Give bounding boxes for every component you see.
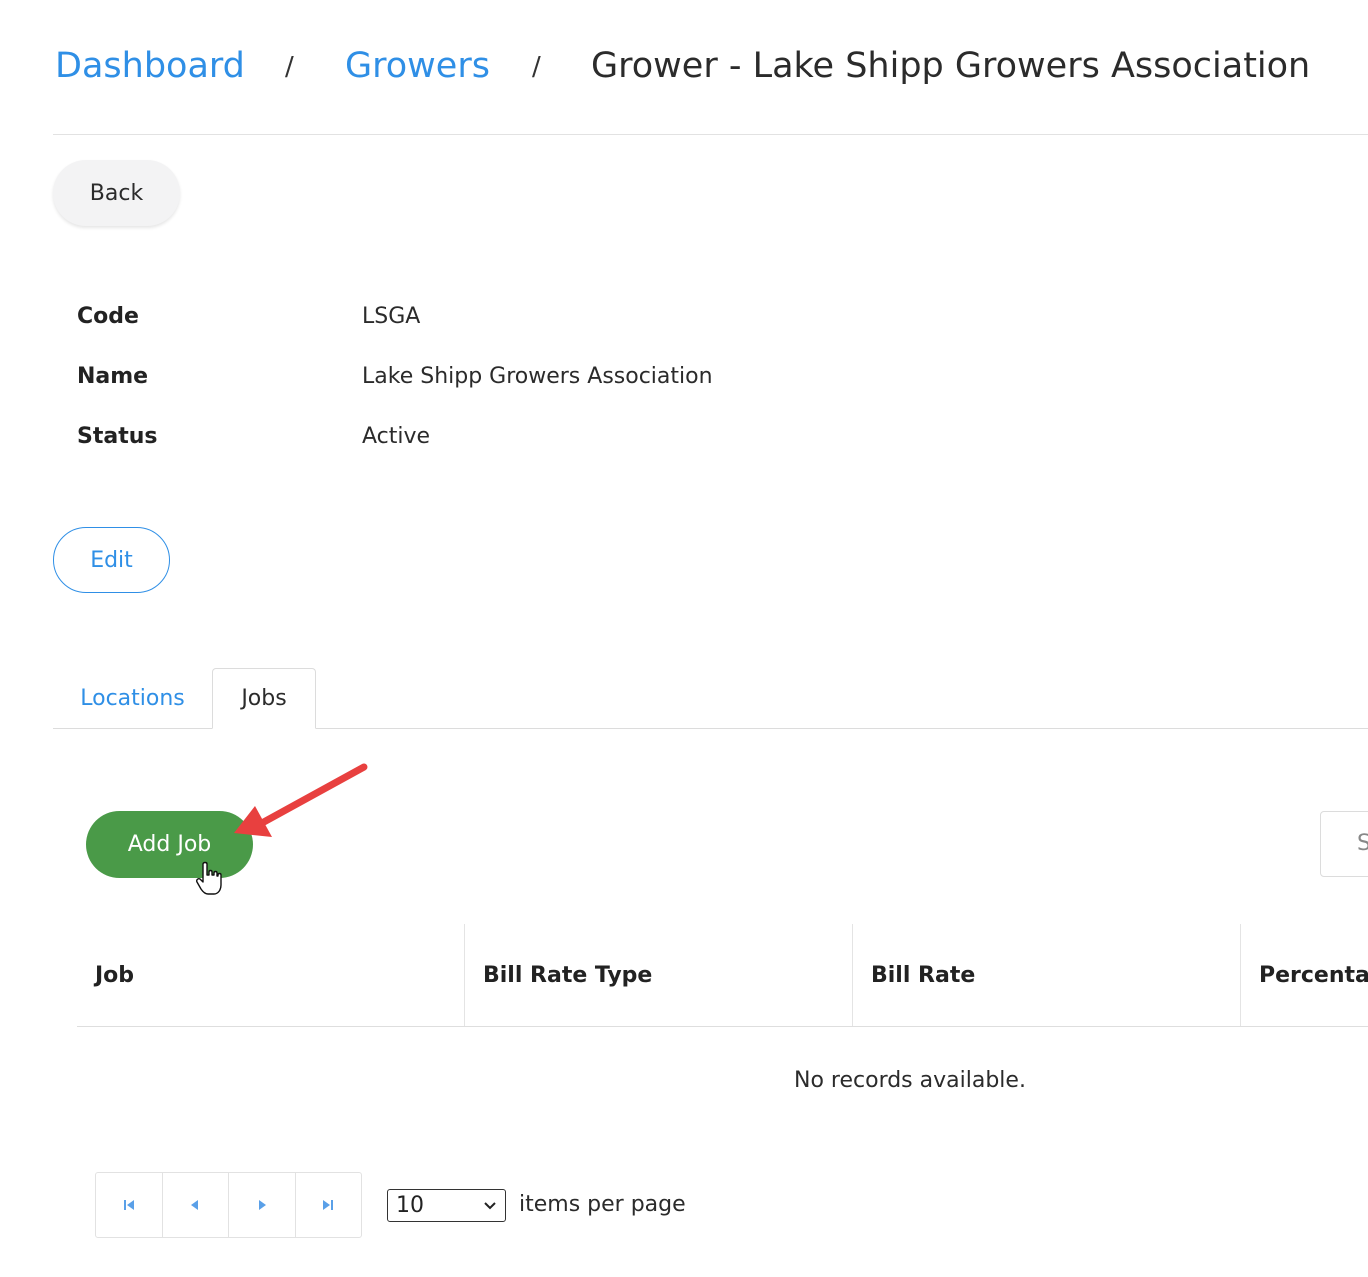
- status-value: Active: [362, 424, 431, 449]
- pager-first-button[interactable]: [96, 1173, 163, 1237]
- tab-jobs[interactable]: Jobs: [212, 668, 316, 729]
- status-label: Status: [77, 424, 158, 449]
- search-input[interactable]: S: [1320, 811, 1368, 877]
- pager-prev-button[interactable]: [163, 1173, 229, 1237]
- name-value: Lake Shipp Growers Association: [362, 364, 713, 389]
- page-prev-icon: [191, 1200, 199, 1210]
- page-last-icon: [323, 1200, 334, 1210]
- grid-header-divider: [77, 1026, 1368, 1027]
- red-arrow-annotation: [234, 763, 368, 837]
- items-per-page-label: items per page: [519, 1192, 686, 1217]
- column-header-bill-rate-type[interactable]: Bill Rate Type: [465, 924, 852, 1027]
- page-next-icon: [258, 1200, 266, 1210]
- column-header-percentage[interactable]: Percentag: [1241, 924, 1368, 1027]
- add-job-button[interactable]: Add Job: [86, 811, 253, 878]
- page-size-select[interactable]: 10: [387, 1189, 506, 1222]
- annotation-overlay: [196, 763, 368, 895]
- breadcrumb-dashboard-link[interactable]: Dashboard: [55, 46, 245, 86]
- chevron-down-icon: [484, 1201, 496, 1209]
- header-divider: [53, 134, 1368, 135]
- code-value: LSGA: [362, 304, 421, 329]
- page-first-icon: [123, 1200, 134, 1210]
- back-button[interactable]: Back: [53, 160, 180, 226]
- edit-button[interactable]: Edit: [53, 527, 170, 593]
- tab-locations[interactable]: Locations: [53, 668, 212, 729]
- pager: [95, 1172, 362, 1238]
- code-label: Code: [77, 304, 139, 329]
- breadcrumb-growers-link[interactable]: Growers: [345, 46, 490, 86]
- page-title: Grower - Lake Shipp Growers Association: [591, 46, 1311, 86]
- pager-next-button[interactable]: [229, 1173, 296, 1237]
- pager-last-button[interactable]: [296, 1173, 362, 1237]
- name-label: Name: [77, 364, 149, 389]
- breadcrumb-separator: /: [532, 52, 541, 82]
- column-header-bill-rate[interactable]: Bill Rate: [853, 924, 1240, 1027]
- no-records-message: No records available.: [794, 1068, 1026, 1093]
- page-size-value: 10: [396, 1193, 424, 1218]
- column-header-job[interactable]: Job: [77, 924, 464, 1027]
- breadcrumb-separator: /: [285, 52, 294, 82]
